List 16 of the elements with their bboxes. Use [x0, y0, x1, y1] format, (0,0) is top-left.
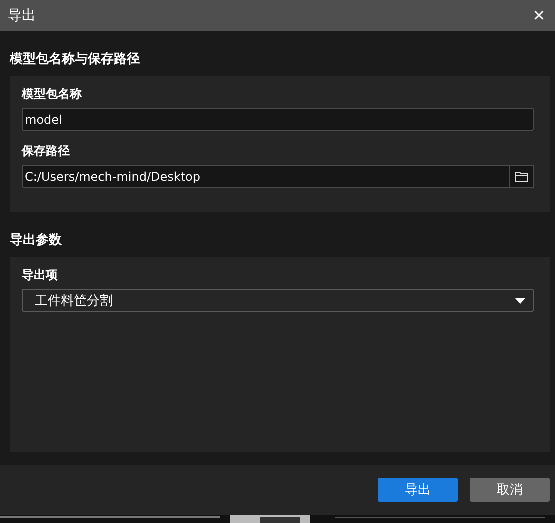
- name-input[interactable]: model: [22, 108, 534, 131]
- export-item-dropdown[interactable]: 工件料筐分割: [22, 289, 534, 312]
- field-label: 保存路径: [22, 143, 71, 160]
- section-title: 模型包名称与保存路径: [10, 52, 141, 69]
- section-title: 导出参数: [10, 233, 63, 250]
- dropdown-value: 工件料筐分割: [35, 292, 113, 310]
- window-title: 导出: [8, 6, 36, 24]
- path-input[interactable]: C:/Users/mech-mind/Desktop: [22, 165, 510, 188]
- dialog-button[interactable]: 取消: [470, 478, 550, 502]
- field-label: 模型包名称: [22, 86, 83, 103]
- browse-button[interactable]: [510, 165, 534, 188]
- folder-icon: [514, 170, 528, 182]
- close-button[interactable]: ×: [531, 6, 547, 26]
- dropdown-caret-icon: [515, 298, 526, 304]
- field-label: 导出项: [22, 267, 59, 284]
- dialog-button[interactable]: 导出: [378, 478, 458, 502]
